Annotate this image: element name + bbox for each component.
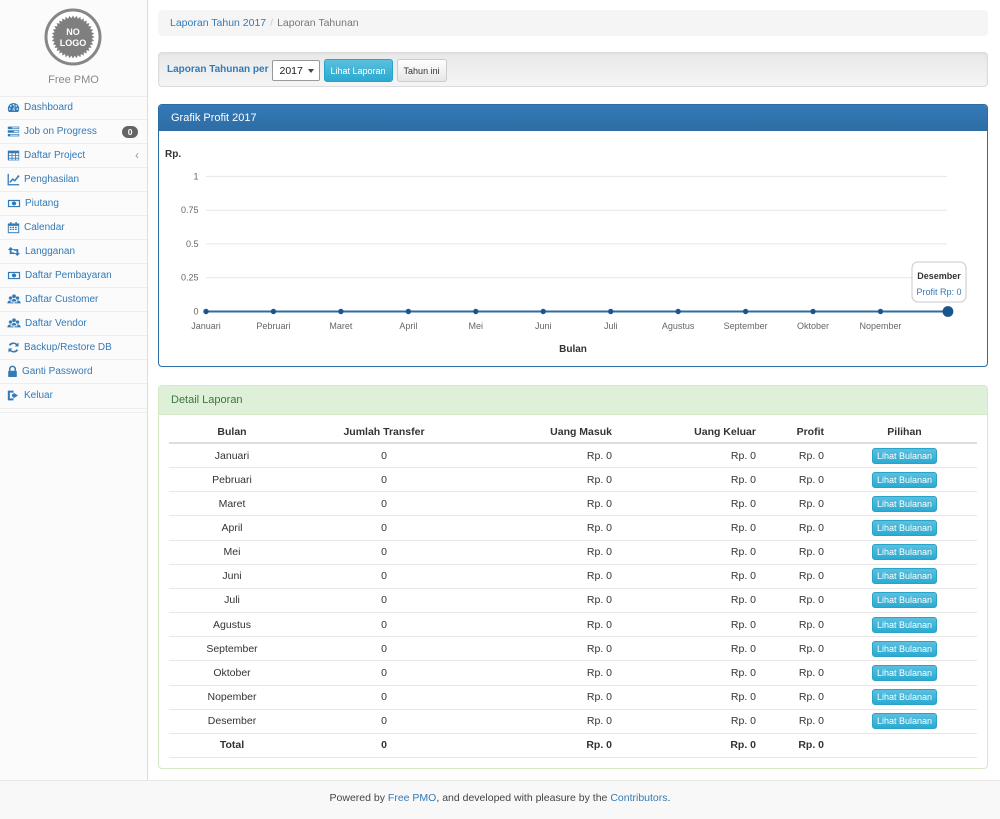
svg-text:LOGO: LOGO [60,38,87,48]
svg-text:Januari: Januari [191,321,221,331]
svg-text:0.25: 0.25 [181,273,199,283]
svg-text:Desember: Desember [917,271,961,281]
svg-text:1: 1 [193,171,198,181]
svg-text:0.75: 0.75 [181,205,199,215]
svg-text:NO: NO [66,27,80,37]
svg-text:0.5: 0.5 [186,239,199,249]
svg-text:September: September [724,321,768,331]
svg-text:Maret: Maret [329,321,353,331]
svg-text:Nopember: Nopember [859,321,901,331]
svg-text:Pebruari: Pebruari [256,321,290,331]
svg-text:April: April [399,321,417,331]
svg-text:0: 0 [193,307,198,317]
svg-text:Mei: Mei [469,321,484,331]
svg-text:Profit Rp: 0: Profit Rp: 0 [916,287,961,297]
svg-text:Oktober: Oktober [797,321,829,331]
svg-text:Agustus: Agustus [662,321,695,331]
svg-text:Juni: Juni [535,321,552,331]
svg-text:Juli: Juli [604,321,618,331]
svg-text:Rp.: Rp. [165,149,181,160]
svg-text:Bulan: Bulan [559,344,587,355]
